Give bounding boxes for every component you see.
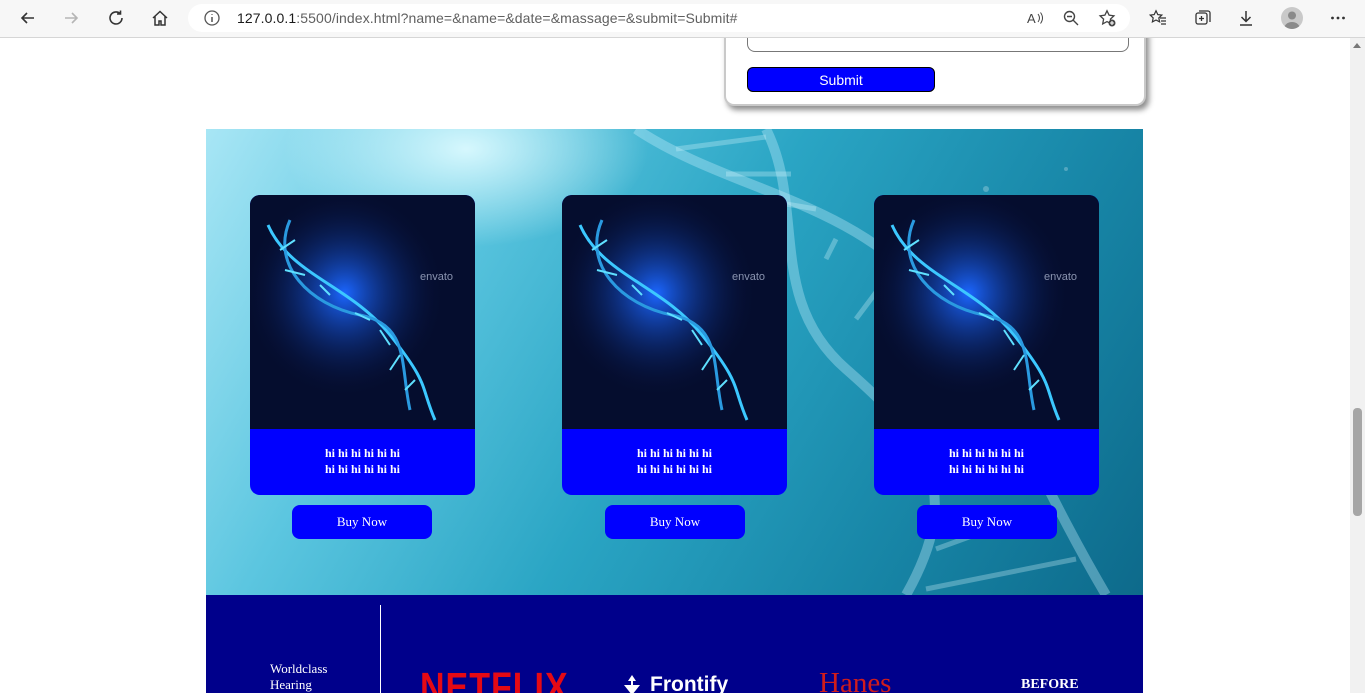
frontify-logo: Frontify <box>620 673 728 693</box>
zoom-icon[interactable] <box>1062 9 1080 27</box>
home-icon <box>152 10 168 26</box>
card-text-line: hi hi hi hi hi hi <box>948 446 1025 460</box>
card-description: hi hi hi hi hi hi hi hi hi hi hi hi <box>250 445 475 477</box>
card-description: hi hi hi hi hi hi hi hi hi hi hi hi <box>874 445 1099 477</box>
hanes-logo: Hanes <box>819 667 892 693</box>
collections-icon <box>1195 10 1211 25</box>
product-card: envato hi hi hi hi hi hi hi hi hi hi hi … <box>250 195 475 495</box>
forward-button[interactable] <box>56 4 86 32</box>
submit-button[interactable]: Submit <box>747 67 935 92</box>
image-watermark: envato <box>420 271 453 283</box>
message-field[interactable] <box>747 38 1129 52</box>
svg-text:A: A <box>1027 11 1036 26</box>
profile-avatar[interactable] <box>1281 7 1303 29</box>
browser-toolbar: 127.0.0.1:5500/index.html?name=&name=&da… <box>0 0 1365 38</box>
dna-product-image: envato <box>874 195 1099 429</box>
downloads-button[interactable] <box>1231 4 1261 32</box>
buy-now-button[interactable]: Buy Now <box>292 505 432 539</box>
profile-icon <box>1284 11 1300 29</box>
download-icon <box>1240 11 1252 26</box>
footer-brand-text: Worldclass Hearing <box>270 661 328 692</box>
image-watermark: envato <box>732 271 765 283</box>
refresh-button[interactable] <box>101 4 131 32</box>
image-watermark: envato <box>1044 271 1077 283</box>
card-text-line: hi hi hi hi hi hi <box>636 462 713 476</box>
url-text: 127.0.0.1:5500/index.html?name=&name=&da… <box>237 10 738 26</box>
site-info-icon[interactable] <box>203 9 221 27</box>
favorites-button[interactable] <box>1143 4 1173 32</box>
card-description: hi hi hi hi hi hi hi hi hi hi hi hi <box>562 445 787 477</box>
product-card: envato hi hi hi hi hi hi hi hi hi hi hi … <box>874 195 1099 495</box>
before-logo: BEFORE <box>1021 677 1079 692</box>
dna-product-image: envato <box>250 195 475 429</box>
favorites-icon <box>1149 9 1166 25</box>
forward-arrow-icon <box>65 12 79 24</box>
buy-now-button[interactable]: Buy Now <box>605 505 745 539</box>
page-viewport: Submit envato hi hi hi hi hi hi hi hi hi… <box>0 38 1350 693</box>
contact-form: Submit <box>724 38 1146 106</box>
footer-brands: Worldclass Hearing NETFLIX Frontify Hane… <box>206 595 1143 693</box>
card-text-line: hi hi hi hi hi hi <box>324 446 401 460</box>
card-text-line: hi hi hi hi hi hi <box>324 462 401 476</box>
back-arrow-icon <box>20 12 34 24</box>
more-dots-icon <box>1331 16 1345 20</box>
frontify-logo-text: Frontify <box>650 673 729 693</box>
url-path: :5500/index.html?name=&name=&date=&massa… <box>296 10 738 26</box>
collections-button[interactable] <box>1188 4 1218 32</box>
url-host: 127.0.0.1 <box>237 10 297 26</box>
scrollbar-thumb[interactable] <box>1353 408 1362 516</box>
buy-now-button[interactable]: Buy Now <box>917 505 1057 539</box>
card-text-line: hi hi hi hi hi hi <box>948 462 1025 476</box>
frontify-mark-icon <box>624 675 640 693</box>
refresh-icon <box>109 10 123 25</box>
dna-product-image: envato <box>562 195 787 429</box>
page-scrollbar[interactable] <box>1350 38 1365 693</box>
home-button[interactable] <box>145 4 175 32</box>
read-aloud-icon[interactable]: A <box>1026 9 1044 27</box>
netflix-logo: NETFLIX <box>420 665 569 693</box>
scroll-up-arrow-icon[interactable] <box>1353 43 1361 48</box>
back-button[interactable] <box>13 4 43 32</box>
address-bar[interactable]: 127.0.0.1:5500/index.html?name=&name=&da… <box>188 4 1130 32</box>
product-card: envato hi hi hi hi hi hi hi hi hi hi hi … <box>562 195 787 495</box>
product-section: envato hi hi hi hi hi hi hi hi hi hi hi … <box>206 129 1143 595</box>
card-text-line: hi hi hi hi hi hi <box>636 446 713 460</box>
settings-more-button[interactable] <box>1323 4 1353 32</box>
footer-divider <box>380 605 381 693</box>
add-favorite-icon[interactable] <box>1098 9 1116 27</box>
